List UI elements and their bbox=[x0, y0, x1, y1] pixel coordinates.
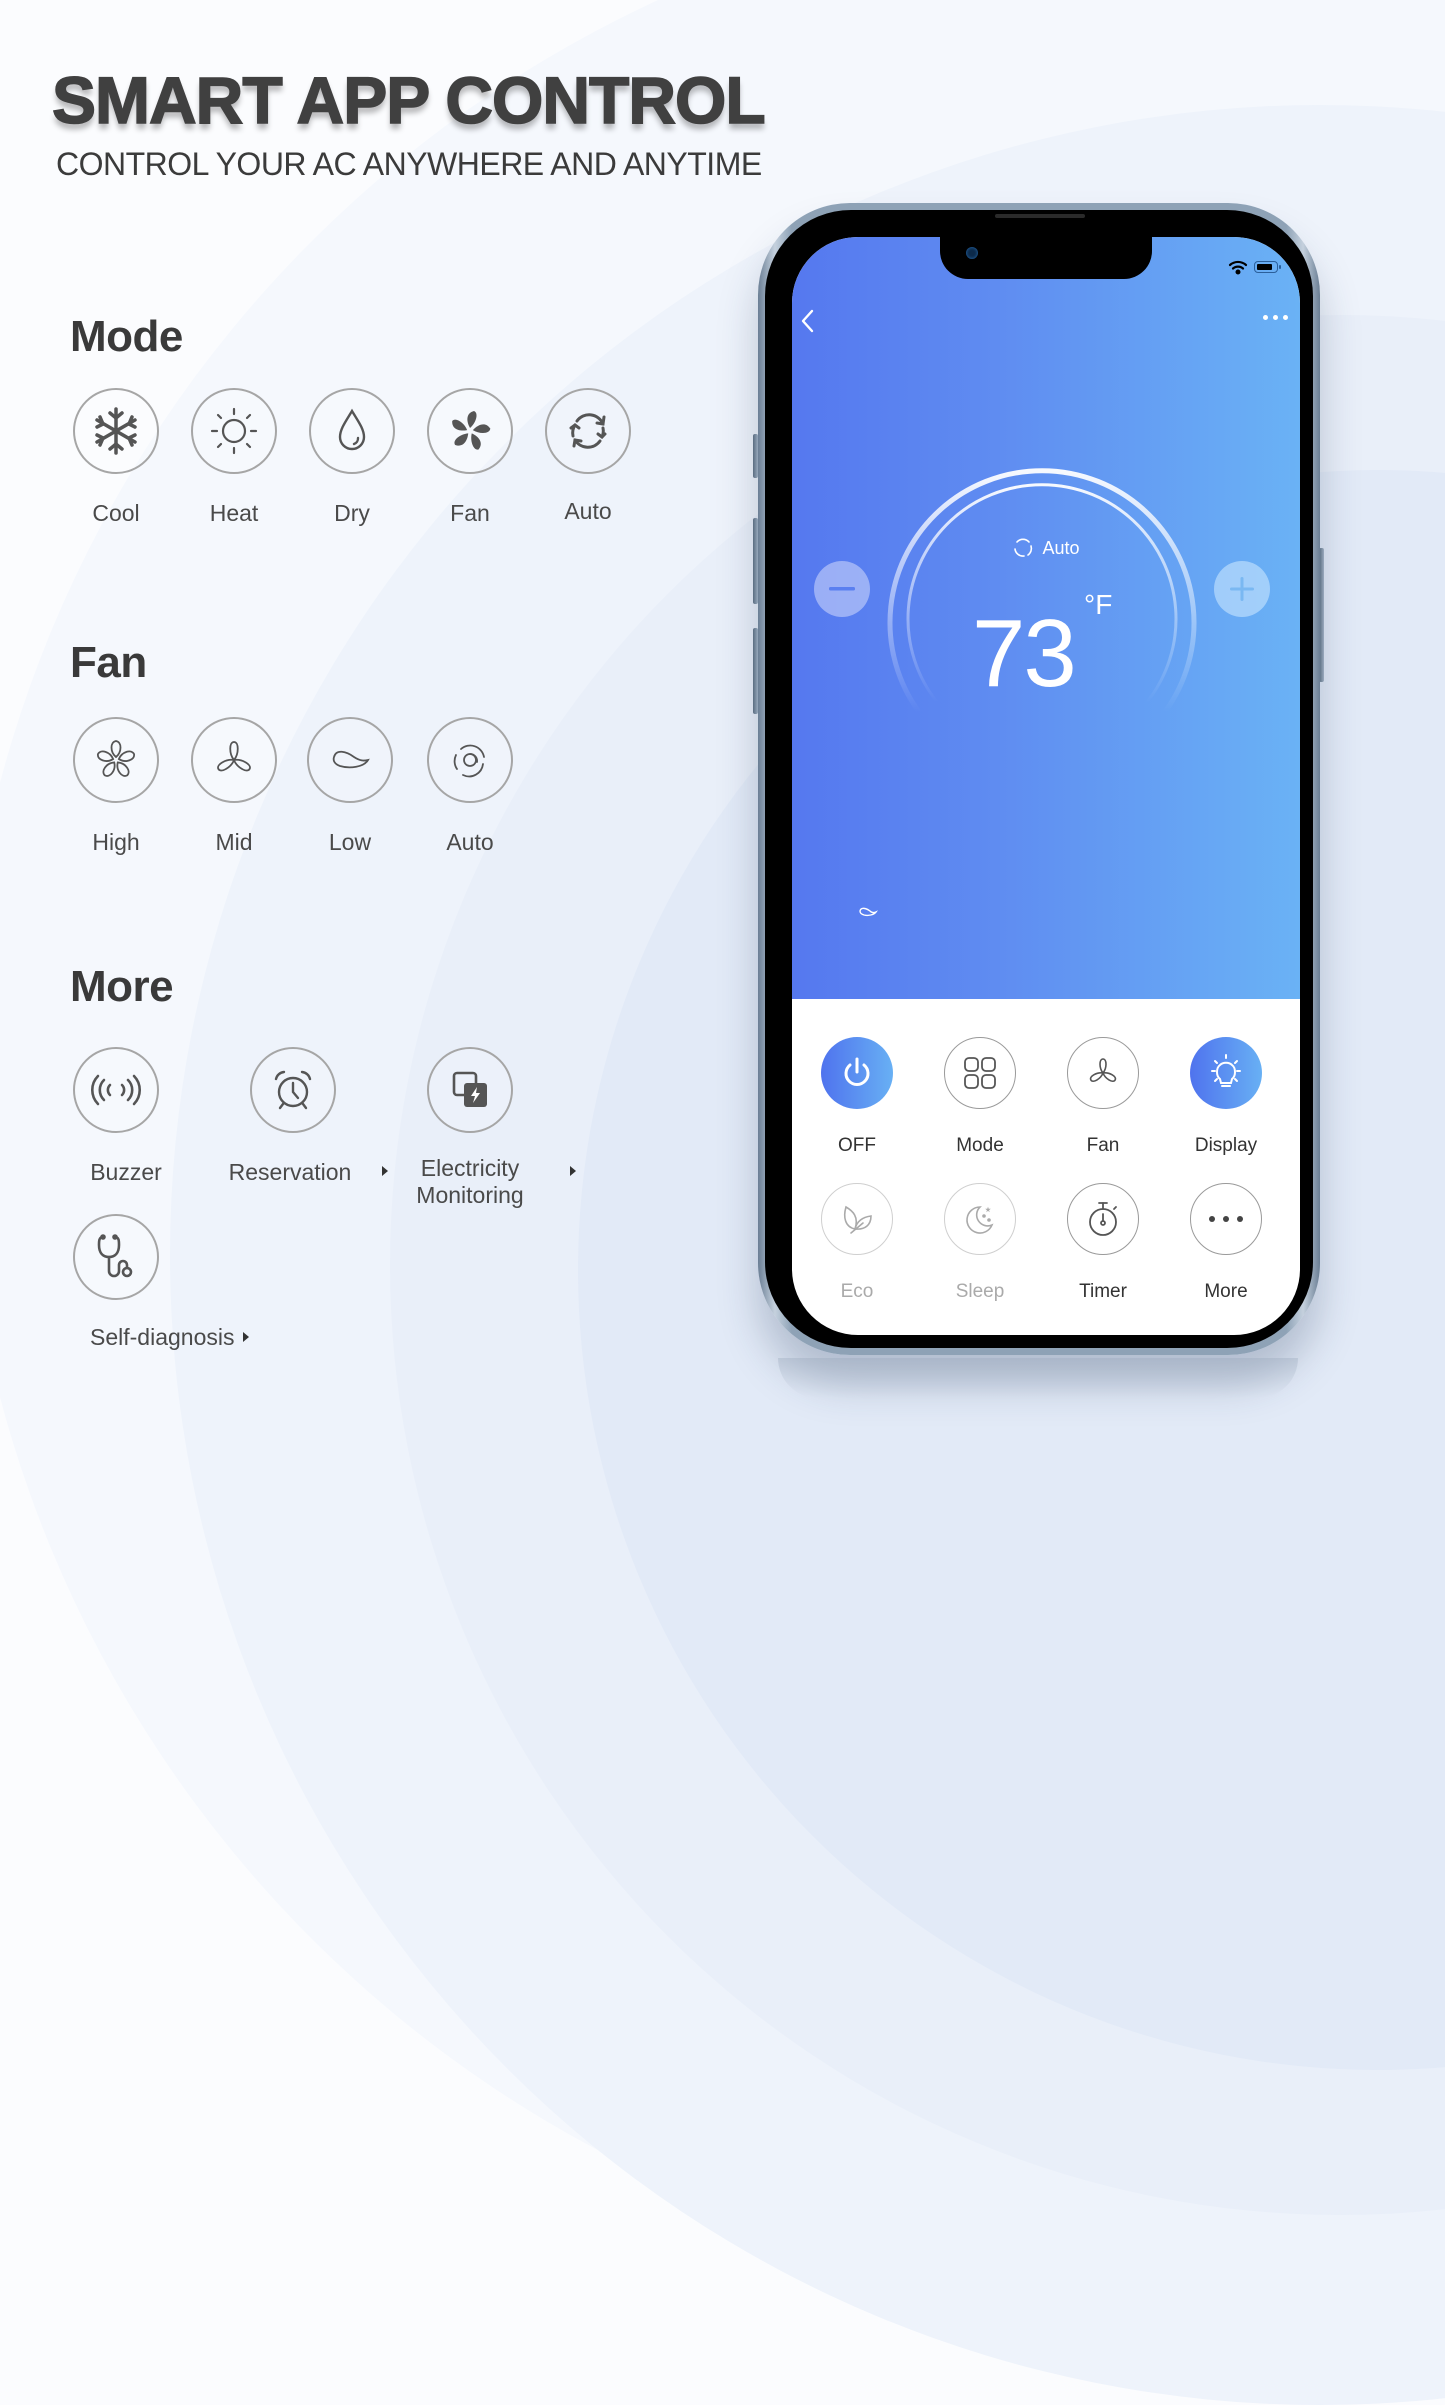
increase-temp-button[interactable] bbox=[1214, 561, 1270, 617]
mode-option-heat[interactable]: Heat bbox=[174, 388, 294, 527]
mode-label: Fan bbox=[450, 500, 490, 526]
moon-icon bbox=[944, 1183, 1016, 1255]
buzzer-icon bbox=[73, 1047, 159, 1133]
fan-label: High bbox=[92, 829, 140, 855]
mode-option-dry[interactable]: Dry bbox=[292, 388, 412, 527]
control-more-button[interactable]: More bbox=[1171, 1183, 1281, 1303]
more-label: Buzzer bbox=[90, 1159, 162, 1185]
options-menu-button[interactable] bbox=[1263, 315, 1288, 320]
fan-label: Low bbox=[328, 829, 372, 855]
temperature-value: 73 bbox=[972, 600, 1077, 707]
control-sleep-button[interactable]: Sleep bbox=[925, 1183, 1035, 1303]
more-option-self-diagnosis[interactable]: Self-diagnosis bbox=[56, 1214, 235, 1351]
grid-icon bbox=[944, 1037, 1016, 1109]
current-mode-indicator: Auto bbox=[792, 537, 1300, 559]
power-icon bbox=[821, 1037, 893, 1109]
more-label-line1: Electricity bbox=[420, 1155, 520, 1181]
fan-icon bbox=[1067, 1037, 1139, 1109]
front-camera bbox=[966, 247, 978, 259]
fan-low-icon bbox=[307, 717, 393, 803]
fan-auto-icon bbox=[427, 717, 513, 803]
fan-option-low[interactable]: Low bbox=[290, 717, 410, 856]
reservation-arrow-icon[interactable] bbox=[382, 1166, 388, 1176]
phone-reflection bbox=[778, 1358, 1298, 1398]
decrease-temp-button[interactable] bbox=[814, 561, 870, 617]
phone-notch bbox=[940, 237, 1152, 279]
section-title-more: More bbox=[70, 962, 174, 1011]
phone-bezel: Auto 73 °F OFF Mode Fan Display Eco Slee… bbox=[765, 210, 1313, 1348]
control-label: Timer bbox=[1079, 1281, 1127, 1302]
temperature-unit: °F bbox=[1084, 589, 1113, 620]
chevron-left-icon bbox=[801, 309, 814, 333]
cycle-icon bbox=[545, 388, 631, 474]
self-diagnosis-arrow-icon[interactable] bbox=[243, 1332, 249, 1342]
thermostat-panel: Auto 73 °F bbox=[792, 237, 1300, 999]
sun-icon bbox=[191, 388, 277, 474]
more-label-line2: Monitoring bbox=[416, 1182, 524, 1208]
control-label: Mode bbox=[956, 1135, 1004, 1156]
phone-speaker bbox=[995, 214, 1085, 218]
leaf-icon bbox=[821, 1183, 893, 1255]
more-label: Self-diagnosis bbox=[90, 1324, 235, 1350]
alarm-clock-icon bbox=[250, 1047, 336, 1133]
page-title: SMART APP CONTROL bbox=[51, 62, 766, 138]
status-bar bbox=[1228, 259, 1281, 275]
fan-label: Mid bbox=[215, 829, 253, 855]
fan-high-icon bbox=[73, 717, 159, 803]
electricity-arrow-icon[interactable] bbox=[570, 1166, 576, 1176]
control-eco-button[interactable]: Eco bbox=[802, 1183, 912, 1303]
more-option-electricity-monitoring[interactable]: Electricity Monitoring bbox=[410, 1047, 530, 1209]
current-mode-label: Auto bbox=[1042, 537, 1080, 558]
mode-option-fan[interactable]: Fan bbox=[410, 388, 530, 527]
mode-label: Cool bbox=[92, 500, 140, 526]
section-title-fan: Fan bbox=[70, 638, 147, 687]
plus-icon bbox=[1230, 577, 1254, 601]
wifi-icon bbox=[1228, 260, 1248, 275]
snowflake-icon bbox=[73, 388, 159, 474]
stethoscope-icon bbox=[73, 1214, 159, 1300]
control-power-button[interactable]: OFF bbox=[802, 1037, 912, 1157]
water-drop-icon bbox=[309, 388, 395, 474]
phone-frame: Auto 73 °F OFF Mode Fan Display Eco Slee… bbox=[758, 203, 1320, 1355]
battery-icon bbox=[1254, 261, 1281, 273]
fan-option-high[interactable]: High bbox=[56, 717, 176, 856]
control-label: Eco bbox=[840, 1281, 874, 1302]
fan-mid-icon bbox=[191, 717, 277, 803]
fan-icon bbox=[427, 388, 513, 474]
mode-option-cool[interactable]: Cool bbox=[56, 388, 176, 527]
control-label: OFF bbox=[838, 1135, 876, 1156]
more-option-reservation[interactable]: Reservation bbox=[229, 1047, 353, 1186]
mode-label: Heat bbox=[209, 500, 259, 526]
control-fan-button[interactable]: Fan bbox=[1048, 1037, 1158, 1157]
mode-option-auto[interactable]: Auto bbox=[528, 388, 648, 525]
lightbulb-icon bbox=[1190, 1037, 1262, 1109]
fan-low-icon bbox=[859, 907, 879, 917]
control-mode-button[interactable]: Mode bbox=[925, 1037, 1035, 1157]
electricity-icon bbox=[427, 1047, 513, 1133]
more-label: Electricity Monitoring bbox=[410, 1155, 530, 1209]
fan-speed-indicator bbox=[858, 905, 879, 923]
control-label: Fan bbox=[1086, 1135, 1120, 1156]
fan-label: Auto bbox=[446, 829, 494, 855]
control-timer-button[interactable]: Timer bbox=[1048, 1183, 1158, 1303]
app-screen: Auto 73 °F OFF Mode Fan Display Eco Slee… bbox=[792, 237, 1300, 1335]
back-button[interactable] bbox=[798, 307, 822, 337]
ellipsis-icon bbox=[1190, 1183, 1262, 1255]
section-title-mode: Mode bbox=[70, 312, 183, 361]
mode-label: Dry bbox=[334, 500, 370, 526]
control-display-button[interactable]: Display bbox=[1171, 1037, 1281, 1157]
control-label: Sleep bbox=[955, 1281, 1005, 1302]
control-label: More bbox=[1204, 1281, 1248, 1302]
page-subtitle: CONTROL YOUR AC ANYWHERE AND ANYTIME bbox=[56, 146, 762, 182]
fan-option-mid[interactable]: Mid bbox=[174, 717, 294, 856]
fan-option-auto[interactable]: Auto bbox=[410, 717, 530, 856]
stopwatch-icon bbox=[1067, 1183, 1139, 1255]
cycle-icon bbox=[1014, 538, 1033, 557]
more-label: Reservation bbox=[228, 1159, 352, 1185]
control-label: Display bbox=[1194, 1135, 1258, 1156]
more-option-buzzer[interactable]: Buzzer bbox=[56, 1047, 176, 1186]
mode-label: Auto bbox=[564, 498, 612, 524]
minus-icon bbox=[829, 587, 855, 591]
